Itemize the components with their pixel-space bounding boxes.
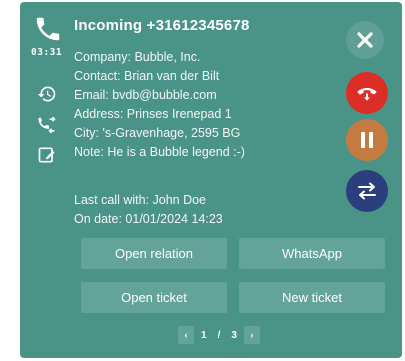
call-history: Last call with: John Doe On date: 01/01/… [74,191,223,229]
hold-button[interactable] [346,119,388,161]
contact-email: Email: bvdb@bubble.com [74,88,217,102]
contact-city: City: 's-Gravenhage, 2595 BG [74,126,241,140]
hangup-icon [357,88,377,101]
open-ticket-button[interactable]: Open ticket [81,282,227,313]
note-icon[interactable] [37,145,57,165]
total-pages: 3 [231,329,237,341]
next-page-button[interactable]: › [243,326,260,344]
contact-details: Company: Bubble, Inc. Contact: Brian van… [74,48,245,162]
phone-icon [36,17,60,41]
transfer-button[interactable] [346,170,388,212]
new-ticket-button[interactable]: New ticket [239,282,385,313]
close-icon [357,32,373,48]
hangup-button[interactable] [346,72,388,114]
whatsapp-button[interactable]: WhatsApp [239,238,385,269]
last-call-text: Last call with: John Doe [74,193,207,207]
prev-page-button[interactable]: ‹ [178,326,194,344]
pause-icon [361,132,373,148]
last-call-date: On date: 01/01/2024 14:23 [74,212,223,226]
page-separator: / [217,329,221,341]
history-icon[interactable] [37,84,57,104]
call-panel: 03:31 Incoming +31612345678 Company: Bub… [20,2,402,358]
close-button[interactable] [346,21,384,59]
pagination: ‹ 1 / 3 › [178,325,260,345]
swap-icon [358,182,376,200]
open-relation-button[interactable]: Open relation [81,238,227,269]
contact-company: Company: Bubble, Inc. [74,50,201,64]
call-timer: 03:31 [31,47,63,58]
call-title: Incoming +31612345678 [74,17,250,34]
contact-address: Address: Prinses Irenepad 1 [74,107,232,121]
current-page: 1 [201,329,207,341]
contact-name: Contact: Brian van der Bilt [74,69,220,83]
call-transfer-icon[interactable] [37,115,57,135]
contact-note: Note: He is a Bubble legend :-) [74,145,245,159]
